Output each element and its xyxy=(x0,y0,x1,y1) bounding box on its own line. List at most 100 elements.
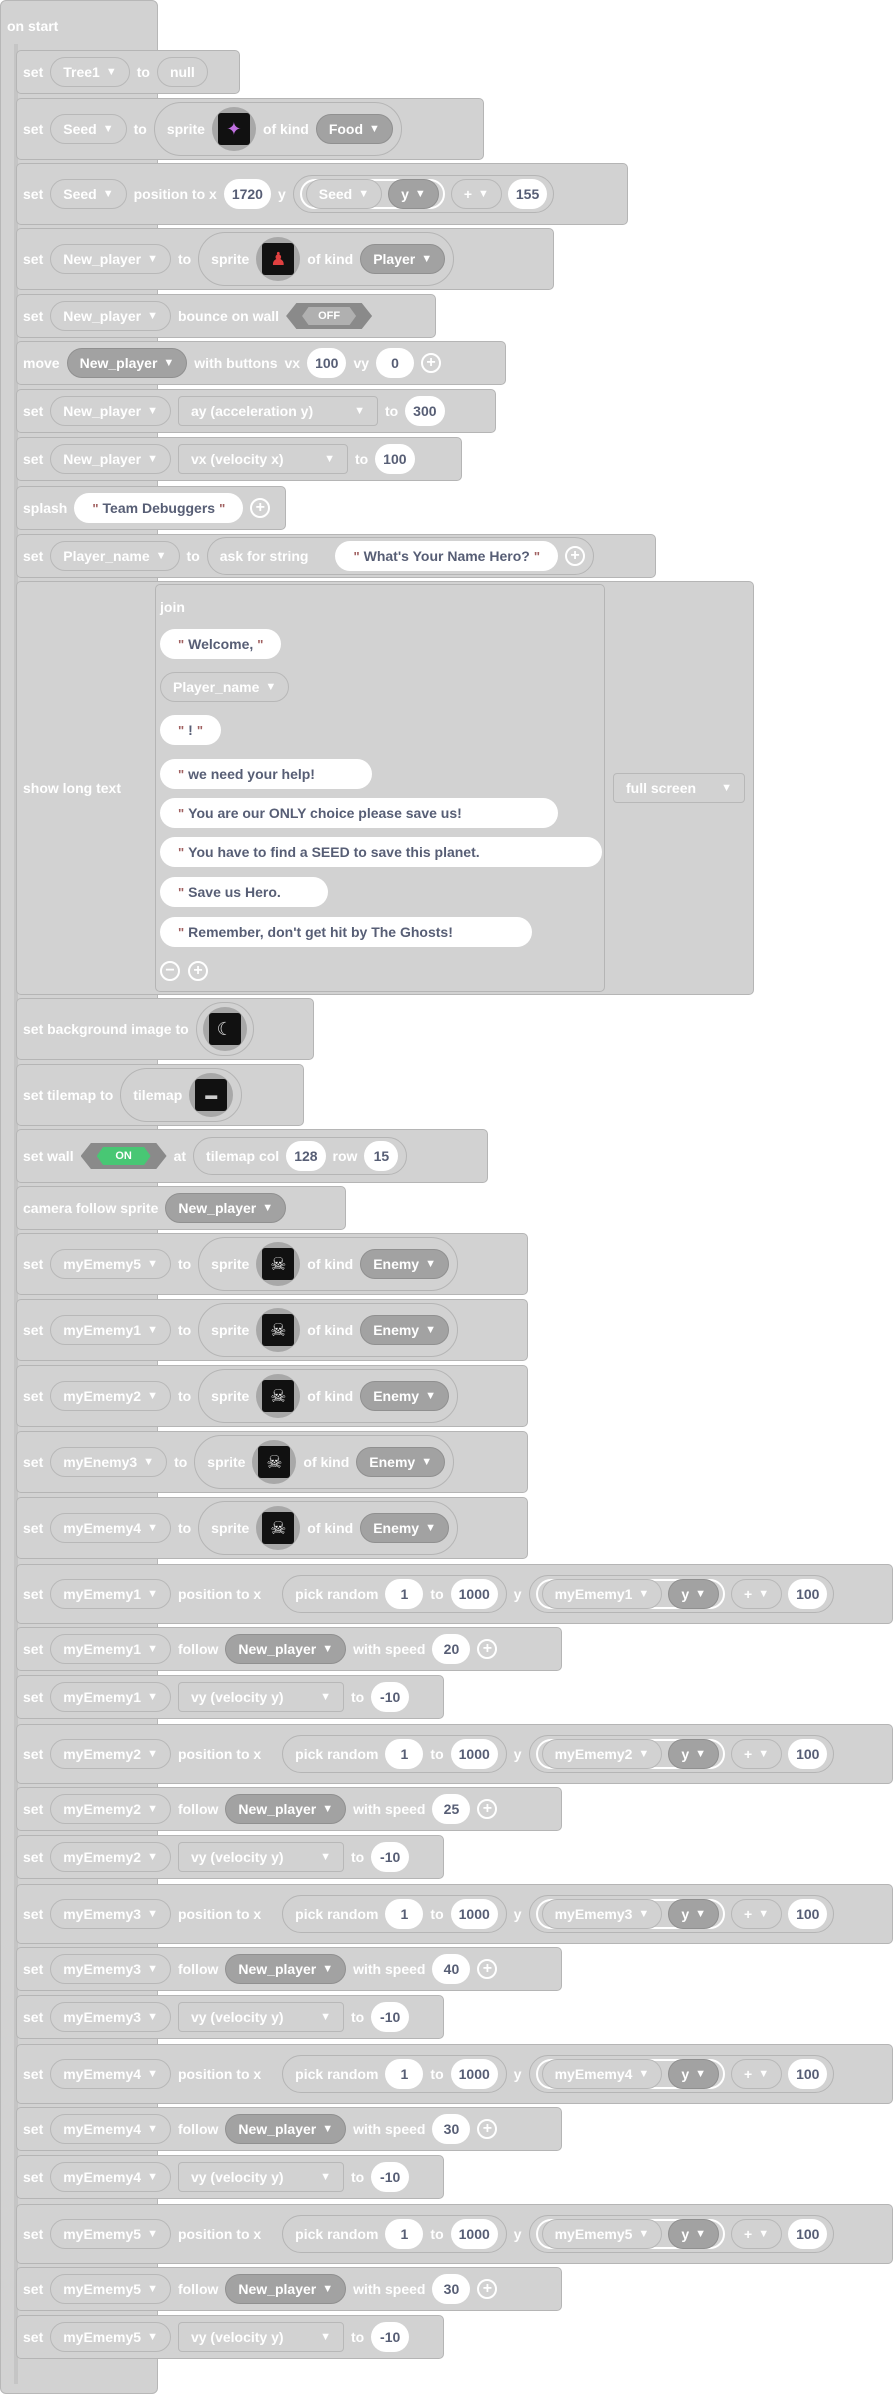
seed-var-dropdown-3[interactable]: Seed ▼ xyxy=(305,179,383,209)
seed-x-input[interactable]: 1720 xyxy=(223,179,271,209)
join-item-ghosts[interactable]: " Remember, don't get hit by The Ghosts! xyxy=(160,917,532,947)
set-enemy-sprite-block-5[interactable]: set myEmemy4 ▼ to sprite ☠ of kind Enemy ▼ xyxy=(16,1497,528,1559)
y-add-input[interactable]: 100 xyxy=(788,2059,828,2089)
enemy-var-dropdown[interactable]: myEmemy5 ▼ xyxy=(50,2219,171,2249)
enemy-var-dropdown[interactable]: myEmemy2 ▼ xyxy=(50,1842,171,1872)
enemy-var-dropdown[interactable]: myEmemy4 ▼ xyxy=(50,1513,171,1543)
join-item-save-us[interactable]: " Save us Hero. xyxy=(160,877,328,907)
vy-value-input[interactable]: -10 xyxy=(371,1842,410,1872)
enemy-y-math-reporter[interactable]: myEmemy3 ▼ y ▼ + ▼ 100 xyxy=(528,1895,835,1933)
set-vx-block[interactable]: set New_player ▼ vx (velocity x) ▼ to 100 xyxy=(16,437,462,481)
enemy-var-dropdown[interactable]: myEmemy1 ▼ xyxy=(50,1315,171,1345)
ay-prop-dropdown[interactable]: ay (acceleration y) ▼ xyxy=(177,396,378,426)
expand-plus-icon[interactable]: + xyxy=(477,2279,498,2299)
sprite-reporter-enemy[interactable]: sprite ☠ of kind Enemy ▼ xyxy=(198,1369,458,1423)
move-vy-input[interactable]: 0 xyxy=(376,348,415,378)
y-add-input[interactable]: 100 xyxy=(788,1579,828,1609)
join-item-find-seed[interactable]: " You have to find a SEED to save this pl… xyxy=(160,837,602,867)
wall-toggle[interactable]: ON xyxy=(80,1143,167,1169)
plus-operator-dropdown[interactable]: + ▼ xyxy=(731,2219,783,2249)
set-enemy-sprite-block-2[interactable]: set myEmemy1 ▼ to sprite ☠ of kind Enemy ▼ xyxy=(16,1299,528,1361)
enemy-y-math-reporter[interactable]: myEmemy2 ▼ y ▼ + ▼ 100 xyxy=(528,1735,835,1773)
bounce-toggle[interactable]: OFF xyxy=(286,303,373,329)
vx-prop-dropdown[interactable]: vx (velocity x) ▼ xyxy=(177,444,348,474)
set-enemy-position-block-3[interactable]: set myEmemy3 ▼ position to x pick random … xyxy=(16,1884,893,1944)
sprite-reporter-enemy[interactable]: sprite ☠ of kind Enemy ▼ xyxy=(198,1303,458,1357)
plus-icon[interactable]: + xyxy=(188,961,208,981)
player-var-dropdown-3[interactable]: New_player ▼ xyxy=(66,348,188,378)
set-enemy-position-block-4[interactable]: set myEmemy4 ▼ position to x pick random … xyxy=(16,2044,893,2104)
seed-sprite-icon[interactable]: ✦ xyxy=(211,107,256,151)
pick-random-reporter[interactable]: pick random 1 to 1000 xyxy=(282,1735,507,1773)
set-seed-sprite-block[interactable]: set Seed ▼ to sprite ✦ of kind Food ▼ xyxy=(16,98,484,160)
ask-text-input[interactable]: " What's Your Name Hero? " xyxy=(335,541,558,571)
vy-value-input[interactable]: -10 xyxy=(371,2322,410,2352)
set-background-block[interactable]: set background image to ☾ xyxy=(16,998,314,1060)
ay-value-input[interactable]: 300 xyxy=(405,396,445,426)
ghost-sprite-icon[interactable]: ☠ xyxy=(256,1242,301,1286)
enemy-follow-block-2[interactable]: set myEmemy2 ▼ follow New_player ▼ with sp… xyxy=(16,1787,562,1831)
random-max-input[interactable]: 1000 xyxy=(450,2059,498,2089)
random-min-input[interactable]: 1 xyxy=(385,1739,424,1769)
set-player-name-block[interactable]: set Player_name ▼ to ask for string " What… xyxy=(16,534,656,578)
enemy-var-dropdown-y[interactable]: myEmemy1 ▼ xyxy=(541,1579,663,1609)
set-enemy-sprite-block-4[interactable]: set myEnemy3 ▼ to sprite ☠ of kind Enemy ▼ xyxy=(16,1431,528,1493)
set-enemy-sprite-block-3[interactable]: set myEmemy2 ▼ to sprite ☠ of kind Enemy ▼ xyxy=(16,1365,528,1427)
join-item-exclaim[interactable]: "! " xyxy=(160,715,222,745)
set-ay-block[interactable]: set New_player ▼ ay (acceleration y) ▼ to … xyxy=(16,389,496,433)
enemy-var-dropdown[interactable]: myEnemy3 ▼ xyxy=(50,1447,168,1477)
follow-player-dropdown[interactable]: New_player ▼ xyxy=(225,1794,347,1824)
player-name-var-dropdown[interactable]: Player_name ▼ xyxy=(50,541,180,571)
tile-col-input[interactable]: 128 xyxy=(286,1141,326,1171)
move-with-buttons-block[interactable]: move New_player ▼ with buttons vx 100 vy … xyxy=(16,341,506,385)
set-tree1-block[interactable]: set Tree1 ▼ to null xyxy=(16,50,240,94)
player-var-dropdown[interactable]: New_player ▼ xyxy=(50,244,171,274)
enemy-y-math-reporter[interactable]: myEmemy4 ▼ y ▼ + ▼ 100 xyxy=(528,2055,835,2093)
enemy-var-dropdown[interactable]: myEmemy2 ▼ xyxy=(50,1794,171,1824)
enemy-var-dropdown[interactable]: myEmemy4 ▼ xyxy=(50,2059,171,2089)
enemy-var-dropdown[interactable]: myEmemy1 ▼ xyxy=(50,1682,171,1712)
enemy-var-dropdown[interactable]: myEmemy1 ▼ xyxy=(50,1634,171,1664)
vy-prop-dropdown[interactable]: vy (velocity y) ▼ xyxy=(177,2162,344,2192)
random-min-input[interactable]: 1 xyxy=(385,1579,424,1609)
enemy-vy-block-3[interactable]: set myEmemy3 ▼ vy (velocity y) ▼ to -10 xyxy=(16,1995,444,2039)
ask-plus-icon[interactable]: + xyxy=(564,546,585,566)
sprite-reporter[interactable]: sprite ✦ of kind Food ▼ xyxy=(153,102,402,156)
enemy-var-dropdown[interactable]: myEmemy4 ▼ xyxy=(50,2162,171,2192)
enemy-kind-dropdown[interactable]: Enemy ▼ xyxy=(360,1513,449,1543)
pick-random-reporter[interactable]: pick random 1 to 1000 xyxy=(282,1895,507,1933)
enemy-y-math-reporter[interactable]: myEmemy1 ▼ y ▼ + ▼ 100 xyxy=(528,1575,835,1613)
player-kind-dropdown[interactable]: Player ▼ xyxy=(360,244,446,274)
enemy-var-dropdown[interactable]: myEmemy1 ▼ xyxy=(50,1579,171,1609)
sprite-reporter-enemy[interactable]: sprite ☠ of kind Enemy ▼ xyxy=(194,1435,455,1489)
speed-input[interactable]: 30 xyxy=(432,2274,471,2304)
y-prop-dropdown[interactable]: y ▼ xyxy=(668,1739,719,1769)
enemy-var-dropdown[interactable]: myEmemy2 ▼ xyxy=(50,1739,171,1769)
vy-prop-dropdown[interactable]: vy (velocity y) ▼ xyxy=(177,1842,344,1872)
camera-follow-block[interactable]: camera follow sprite New_player ▼ xyxy=(16,1186,346,1230)
sprite-reporter-enemy[interactable]: sprite ☠ of kind Enemy ▼ xyxy=(198,1501,458,1555)
enemy-var-dropdown[interactable]: myEmemy5 ▼ xyxy=(50,1249,171,1279)
tilemap-thumb-icon[interactable]: ▬ xyxy=(189,1073,234,1117)
enemy-var-dropdown-y[interactable]: myEmemy5 ▼ xyxy=(541,2219,663,2249)
y-prop-dropdown[interactable]: y ▼ xyxy=(668,1899,719,1929)
player-var-dropdown-2[interactable]: New_player ▼ xyxy=(50,301,171,331)
y-add-input[interactable]: 100 xyxy=(788,1739,828,1769)
speed-input[interactable]: 20 xyxy=(432,1634,471,1664)
tree1-var-dropdown[interactable]: Tree1 ▼ xyxy=(50,57,130,87)
pick-random-reporter[interactable]: pick random 1 to 1000 xyxy=(282,2055,507,2093)
set-enemy-position-block-5[interactable]: set myEmemy5 ▼ position to x pick random … xyxy=(16,2204,893,2264)
expand-plus-icon[interactable]: + xyxy=(477,2119,498,2139)
full-screen-dropdown[interactable]: full screen ▼ xyxy=(613,773,745,803)
tilemap-col-reporter[interactable]: tilemap col 128 row 15 xyxy=(193,1137,408,1175)
enemy-kind-dropdown[interactable]: Enemy ▼ xyxy=(356,1447,446,1477)
splash-text-input[interactable]: " Team Debuggers " xyxy=(74,493,244,523)
enemy-var-dropdown[interactable]: myEmemy3 ▼ xyxy=(50,1899,171,1929)
ghost-sprite-icon[interactable]: ☠ xyxy=(256,1374,301,1418)
null-value[interactable]: null xyxy=(156,57,208,87)
join-item-welcome[interactable]: " Welcome, " xyxy=(160,629,282,659)
expand-plus-icon[interactable]: + xyxy=(477,1959,498,1979)
show-long-text-block[interactable]: show long text join " Welcome, " Player_na… xyxy=(16,581,754,995)
set-tilemap-block[interactable]: set tilemap to tilemap ▬ xyxy=(16,1064,304,1126)
random-min-input[interactable]: 1 xyxy=(385,1899,424,1929)
